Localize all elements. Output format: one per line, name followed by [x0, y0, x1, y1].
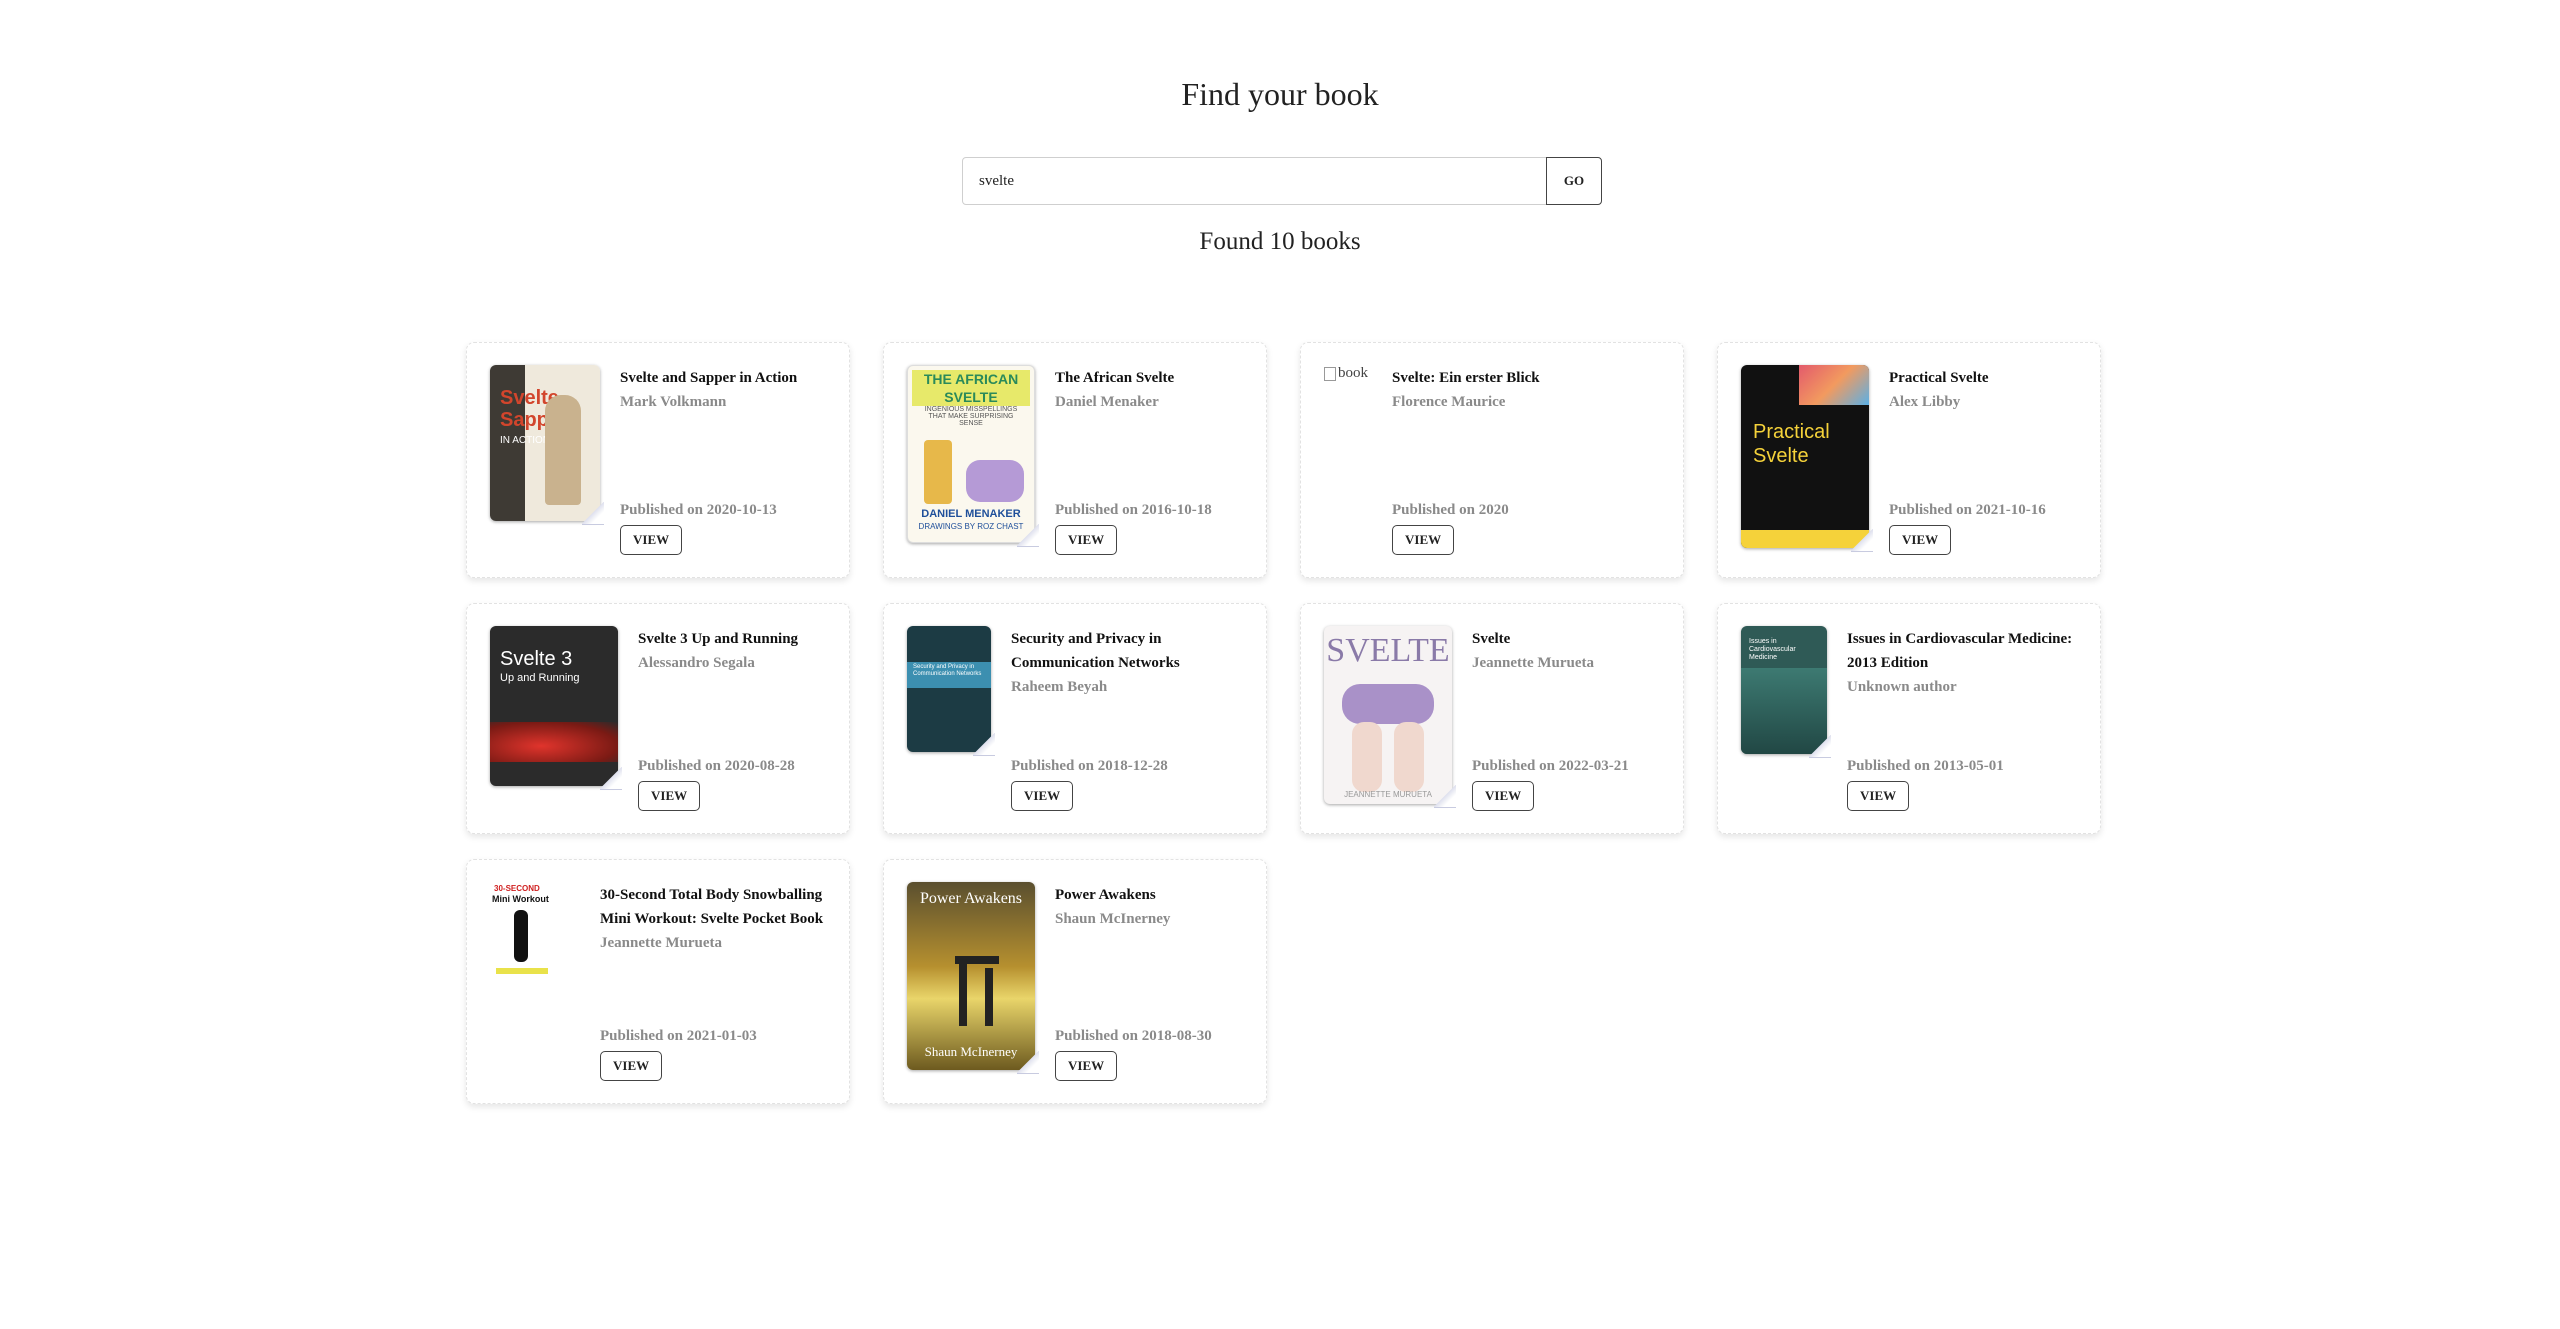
cover-author-text: Shaun McInerney: [924, 1044, 1018, 1059]
cover-title-text: Power Awakens: [919, 890, 1023, 907]
cover-title-text: SVELTE: [1326, 632, 1450, 669]
view-button[interactable]: VIEW: [620, 525, 683, 555]
view-button[interactable]: VIEW: [1847, 781, 1910, 811]
view-button[interactable]: VIEW: [1392, 525, 1455, 555]
cover-subtitle-text: Up and Running: [500, 672, 580, 684]
book-title: 30-Second Total Body Snowballing Mini Wo…: [600, 887, 824, 927]
page-title: Find your book: [1181, 76, 1379, 112]
book-cover[interactable]: book: [1324, 365, 1368, 382]
page-curl-icon: [1851, 529, 1873, 552]
book-author: Alex Libby: [1889, 394, 1961, 410]
book-title: Svelte 3 Up and Running: [638, 631, 799, 647]
book-cover[interactable]: Svelte Sapper IN ACTION: [490, 365, 604, 525]
view-button[interactable]: VIEW: [1055, 525, 1118, 555]
publish-date: Published on 2020-08-28: [638, 758, 795, 774]
go-button[interactable]: GO: [1546, 157, 1602, 205]
book-author: Raheem Beyah: [1011, 679, 1108, 695]
book-card: Svelte 3 Up and Running Svelte 3 Up and …: [466, 603, 850, 834]
search-bar: GO: [962, 157, 1602, 205]
cover-title-text: Issues in Cardiovascular Medicine: [1749, 638, 1796, 661]
cover-alt-text: book: [1338, 365, 1368, 381]
page-curl-icon: [600, 767, 622, 790]
cover-author-text: DANIEL MENAKER: [921, 508, 1021, 520]
view-button[interactable]: VIEW: [1055, 1051, 1118, 1081]
page-curl-icon: [582, 502, 604, 525]
cover-title-text: Svelte: [1753, 445, 1809, 467]
book-cover[interactable]: SVELTE JEANNETTE MURUETA: [1324, 626, 1456, 808]
page-curl-icon: [1017, 1051, 1039, 1074]
results-count: Found 10 books: [1199, 228, 1361, 255]
cover-subtitle-text: IN ACTION: [500, 435, 551, 446]
publish-date: Published on 2016-10-18: [1055, 502, 1212, 518]
book-author: Jeannette Murueta: [600, 935, 723, 951]
book-author: Unknown author: [1847, 679, 1957, 695]
view-button[interactable]: VIEW: [1889, 525, 1952, 555]
book-cover[interactable]: Practical Svelte: [1741, 365, 1873, 552]
cover-title-text: Security and Privacy in Communication Ne…: [913, 664, 982, 677]
view-button[interactable]: VIEW: [600, 1051, 663, 1081]
view-button[interactable]: VIEW: [638, 781, 701, 811]
publish-date: Published on 2021-01-03: [600, 1028, 757, 1044]
cover-title-text: Svelte 3: [500, 648, 573, 670]
book-author: Mark Volkmann: [620, 394, 727, 410]
page-curl-icon: [1434, 785, 1456, 808]
book-cover[interactable]: Power Awakens Shaun McInerney: [907, 882, 1039, 1074]
book-card: 30-SECOND Mini Workout 30-Second Total B…: [466, 859, 850, 1104]
view-button[interactable]: VIEW: [1011, 781, 1074, 811]
publish-date: Published on 2020-10-13: [620, 502, 777, 518]
book-card: Issues in Cardiovascular Medicine Issues…: [1717, 603, 2101, 834]
book-title: The African Svelte: [1055, 370, 1175, 386]
publish-date: Published on 2018-12-28: [1011, 758, 1168, 774]
cover-subtitle-text: INGENIOUS MISSPELLINGS THAT MAKE SURPRIS…: [924, 406, 1018, 427]
book-card: SVELTE JEANNETTE MURUETA Svelte Jeannett…: [1300, 603, 1684, 834]
book-title: Power Awakens: [1055, 887, 1156, 903]
page-curl-icon: [1017, 524, 1039, 547]
book-author: Alessandro Segala: [638, 655, 755, 671]
cover-title-text: 30-SECOND: [494, 884, 540, 893]
broken-image-icon: book: [1324, 365, 1368, 382]
cover-subtitle-text: Mini Workout: [492, 894, 549, 904]
book-title: Practical Svelte: [1889, 370, 1989, 386]
publish-date: Published on 2018-08-30: [1055, 1028, 1212, 1044]
cover-illustrator-text: DRAWINGS BY ROZ CHAST: [918, 522, 1024, 531]
book-author: Shaun McInerney: [1055, 911, 1171, 927]
publish-date: Published on 2013-05-01: [1847, 758, 2004, 774]
book-author: Daniel Menaker: [1055, 394, 1159, 410]
book-author: Florence Maurice: [1392, 394, 1506, 410]
publish-date: Published on 2022-03-21: [1472, 758, 1629, 774]
publish-date: Published on 2021-10-16: [1889, 502, 2046, 518]
publish-date: Published on 2020: [1392, 502, 1509, 518]
cover-title-text: THE AFRICAN SVELTE: [912, 370, 1030, 406]
book-cover[interactable]: Svelte 3 Up and Running: [490, 626, 622, 790]
book-title: Issues in Cardiovascular Medicine: 2013 …: [1847, 631, 2073, 671]
page-curl-icon: [1809, 735, 1831, 758]
book-cover[interactable]: Issues in Cardiovascular Medicine: [1741, 626, 1831, 758]
book-author: Jeannette Murueta: [1472, 655, 1595, 671]
book-title: Security and Privacy in Communication Ne…: [1011, 631, 1180, 671]
book-card: Power Awakens Shaun McInerney Power Awak…: [883, 859, 1267, 1104]
cover-author-text: JEANNETTE MURUETA: [1344, 790, 1432, 799]
view-button[interactable]: VIEW: [1472, 781, 1535, 811]
book-cover[interactable]: 30-SECOND Mini Workout: [490, 882, 554, 980]
book-title: Svelte: Ein erster Blick: [1392, 370, 1540, 386]
book-card: Security and Privacy in Communication Ne…: [883, 603, 1267, 834]
book-card: Svelte Sapper IN ACTION Svelte and Sappe…: [466, 342, 850, 578]
search-input[interactable]: [962, 157, 1547, 205]
book-grid: Svelte Sapper IN ACTION Svelte and Sappe…: [466, 342, 2101, 1104]
cover-title-text: Practical: [1753, 421, 1830, 443]
book-cover[interactable]: THE AFRICAN SVELTE INGENIOUS MISSPELLING…: [907, 365, 1039, 547]
book-title: Svelte: [1472, 631, 1511, 647]
book-card: book Svelte: Ein erster Blick Florence M…: [1300, 342, 1684, 578]
page-curl-icon: [973, 733, 995, 756]
book-card: THE AFRICAN SVELTE INGENIOUS MISSPELLING…: [883, 342, 1267, 578]
book-title: Svelte and Sapper in Action: [620, 370, 798, 386]
book-card: Practical Svelte Practical Svelte Alex L…: [1717, 342, 2101, 578]
book-cover[interactable]: Security and Privacy in Communication Ne…: [907, 626, 995, 756]
